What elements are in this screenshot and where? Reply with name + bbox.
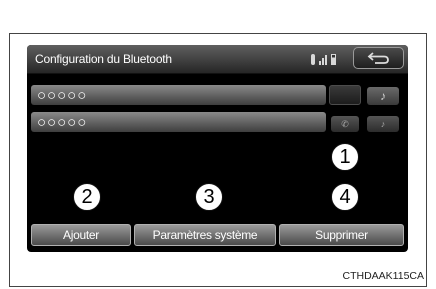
delete-button[interactable]: Supprimer xyxy=(279,224,404,246)
back-arrow-icon xyxy=(367,52,389,64)
callout-2: 2 xyxy=(73,183,101,211)
phone-icon[interactable]: ✆ xyxy=(331,116,359,132)
callout-3: 3 xyxy=(195,183,223,211)
callout-4: 4 xyxy=(331,183,359,211)
back-button[interactable] xyxy=(353,47,404,69)
signal-strength-icon xyxy=(319,55,327,65)
add-button[interactable]: Ajouter xyxy=(31,224,131,246)
status-icons xyxy=(311,53,336,65)
title-bar: Configuration du Bluetooth xyxy=(27,45,408,74)
figure-code: CTHDAAK115CA xyxy=(342,270,425,282)
callout-1: 1 xyxy=(331,143,359,171)
device-name: ○○○○○ xyxy=(37,114,88,131)
music-icon[interactable]: ♪ xyxy=(367,87,399,105)
device-1-phone-slot xyxy=(329,85,361,105)
system-settings-button[interactable]: Paramètres système xyxy=(134,224,276,246)
battery-icon xyxy=(331,54,336,65)
audio-icon[interactable]: ♪ xyxy=(367,116,399,132)
device-name: ○○○○○ xyxy=(37,87,88,104)
device-list-item-1[interactable]: ○○○○○ xyxy=(31,85,326,105)
device-list-item-2[interactable]: ○○○○○ xyxy=(31,112,326,132)
bluetooth-icon xyxy=(311,54,315,65)
page-title: Configuration du Bluetooth xyxy=(35,52,172,66)
